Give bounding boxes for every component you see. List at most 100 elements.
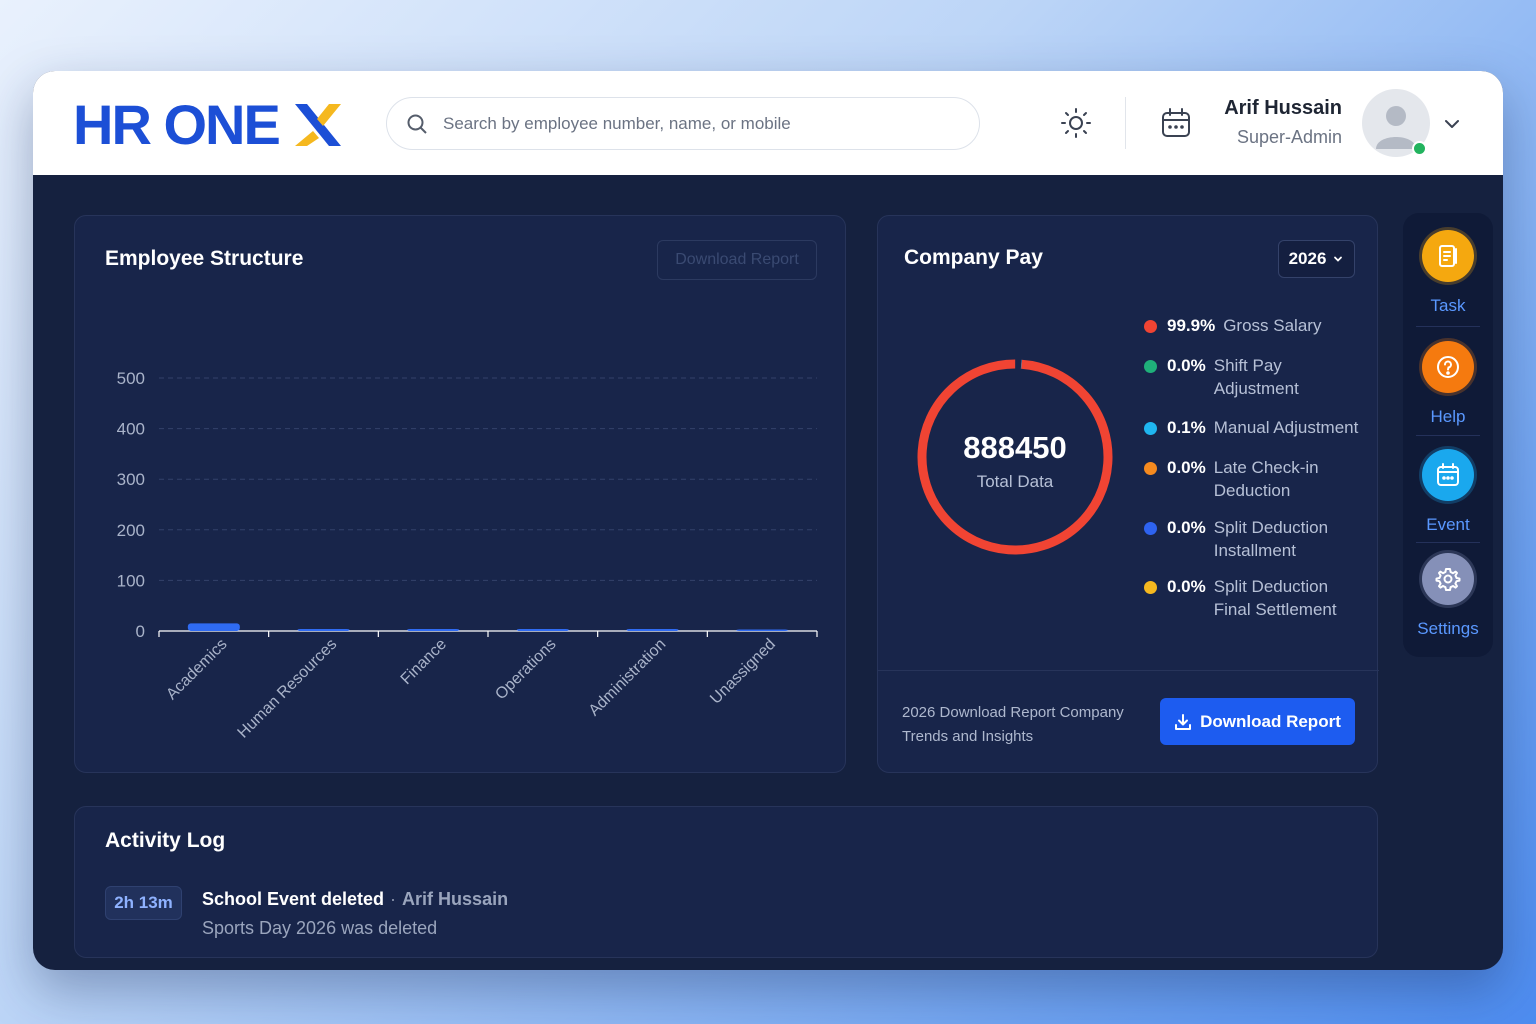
activity-event-title: School Event deleted	[202, 889, 385, 909]
user-name: Arif Hussain	[1224, 97, 1342, 119]
company-pay-card: Company Pay 2026 888450 Total Data 99.9%…	[877, 215, 1379, 773]
search-input[interactable]	[443, 113, 943, 134]
legend-dot	[1144, 462, 1157, 475]
y-tick-label: 500	[117, 369, 145, 388]
legend-label: Split Deduction Final Settlement	[1213, 577, 1337, 619]
pay-footer-divider	[878, 670, 1379, 671]
top-header: HR ONE Arif Hussain	[33, 71, 1503, 175]
legend-item: 0.0% Shift Pay Adjustment	[1144, 356, 1334, 400]
legend-dot	[1144, 422, 1157, 435]
search-bar[interactable]	[386, 97, 980, 150]
settings-circle	[1422, 553, 1474, 605]
company-pay-title: Company Pay	[904, 246, 1043, 269]
legend-item: 0.1% Manual Adjustment	[1144, 418, 1358, 439]
total-value: 888450	[963, 430, 1067, 465]
legend-dot	[1144, 360, 1157, 373]
legend-item: 99.9% Gross Salary	[1144, 316, 1321, 337]
bar	[516, 629, 569, 631]
legend-percent: 0.0%	[1167, 356, 1206, 375]
rail-label-settings: Settings	[1417, 619, 1479, 638]
legend-label: Late Check-in Deduction	[1213, 458, 1319, 500]
rail-label-help: Help	[1430, 407, 1466, 426]
pay-footer-text: 2026 Download Report Company Trends and …	[902, 704, 1124, 745]
employee-structure-bar-chart: 0 100 200 300 400 500 Academics Human Resources…	[117, 369, 818, 742]
legend-label: Manual Adjustment	[1213, 418, 1359, 437]
y-tick-label: 300	[117, 470, 145, 489]
task-circle	[1422, 230, 1474, 282]
legend-label: Split Deduction Installment	[1213, 518, 1329, 560]
rail-divider	[1416, 542, 1480, 543]
activity-log-title: Activity Log	[105, 829, 226, 852]
y-tick-label: 400	[117, 420, 145, 439]
header-divider	[1125, 97, 1126, 149]
rail-item-help[interactable]: Help	[1403, 341, 1493, 427]
user-role: Super-Admin	[1236, 127, 1342, 147]
bar	[187, 623, 240, 631]
search-icon	[407, 114, 427, 134]
y-tick-label: 100	[117, 571, 145, 590]
employee-structure-title: Employee Structure	[105, 247, 304, 270]
x-tick-label: Operations	[492, 636, 559, 703]
download-icon	[1175, 713, 1192, 730]
legend-dot	[1144, 320, 1157, 333]
activity-user: Arif Hussain	[402, 889, 509, 909]
activity-time-badge: 2h 13m	[105, 886, 182, 920]
x-tick-label: Academics	[163, 636, 230, 703]
logo-text: HR ONE	[73, 93, 281, 156]
legend-dot	[1144, 522, 1157, 535]
rail-item-event[interactable]: Event	[1403, 449, 1493, 535]
chevron-down-icon[interactable]	[1441, 113, 1463, 135]
rail-divider	[1416, 435, 1480, 436]
legend-percent: 0.0%	[1167, 458, 1206, 477]
year-select-value: 2026	[1288, 249, 1327, 268]
employee-download-report-button[interactable]: Download Report	[657, 240, 817, 280]
company-pay-download-report-button[interactable]: Download Report	[1160, 698, 1355, 745]
activity-separator: ·	[390, 889, 397, 909]
employee-structure-card: Employee Structure Download Report 0 100 2…	[74, 215, 846, 773]
y-tick-label: 0	[136, 622, 145, 641]
gear-icon	[1435, 568, 1461, 591]
quick-actions-rail: Task Help Event Settings	[1403, 213, 1493, 657]
x-tick-label: Finance	[398, 636, 450, 688]
total-label: Total Data	[976, 472, 1054, 491]
rail-divider	[1416, 326, 1480, 327]
legend-item: 0.0% Split Deduction Final Settlement	[1144, 577, 1354, 621]
y-tick-label: 200	[117, 521, 145, 540]
app-window: HR ONE Arif Hussain	[33, 71, 1503, 970]
calendar-icon[interactable]	[1159, 106, 1193, 140]
bar	[736, 629, 789, 631]
online-status-dot	[1412, 141, 1427, 156]
x-tick-label: Unassigned	[707, 636, 779, 708]
x-tick-label: Administration	[586, 636, 670, 720]
legend-item: 0.0% Split Deduction Installment	[1144, 518, 1354, 562]
event-circle	[1422, 449, 1474, 501]
bar	[407, 629, 460, 631]
download-report-label: Download Report	[1200, 711, 1341, 731]
rail-label-task: Task	[1430, 296, 1466, 315]
rail-item-settings[interactable]: Settings	[1403, 553, 1493, 639]
legend-item: 0.0% Late Check-in Deduction	[1144, 458, 1334, 502]
year-select[interactable]: 2026	[1278, 240, 1355, 278]
chevron-down-icon	[1334, 256, 1343, 262]
event-icon	[1437, 463, 1459, 486]
help-circle	[1422, 341, 1474, 393]
donut-center: 888450 Total Data	[914, 430, 1116, 492]
task-icon	[1439, 245, 1457, 267]
legend-percent: 0.1%	[1167, 418, 1206, 437]
x-tick-label: Human Resources	[235, 636, 341, 742]
legend-percent: 0.0%	[1167, 518, 1206, 537]
activity-entry-title[interactable]: School Event deleted · Arif Hussain	[202, 889, 508, 910]
legend-percent: 99.9%	[1167, 316, 1216, 335]
rail-label-event: Event	[1426, 515, 1470, 534]
logo-x-mark	[294, 104, 341, 146]
activity-description: Sports Day 2026 was deleted	[202, 918, 438, 938]
legend-percent: 0.0%	[1167, 577, 1206, 596]
app-logo[interactable]: HR ONE	[73, 95, 343, 155]
rail-item-task[interactable]: Task	[1403, 230, 1493, 316]
activity-log-card: Activity Log 2h 13m School Event deleted…	[74, 806, 1378, 958]
help-icon	[1437, 356, 1459, 378]
bar	[297, 629, 350, 631]
legend-dot	[1144, 581, 1157, 594]
theme-toggle-sun-icon[interactable]	[1060, 107, 1092, 139]
legend-label: Shift Pay Adjustment	[1213, 356, 1299, 398]
